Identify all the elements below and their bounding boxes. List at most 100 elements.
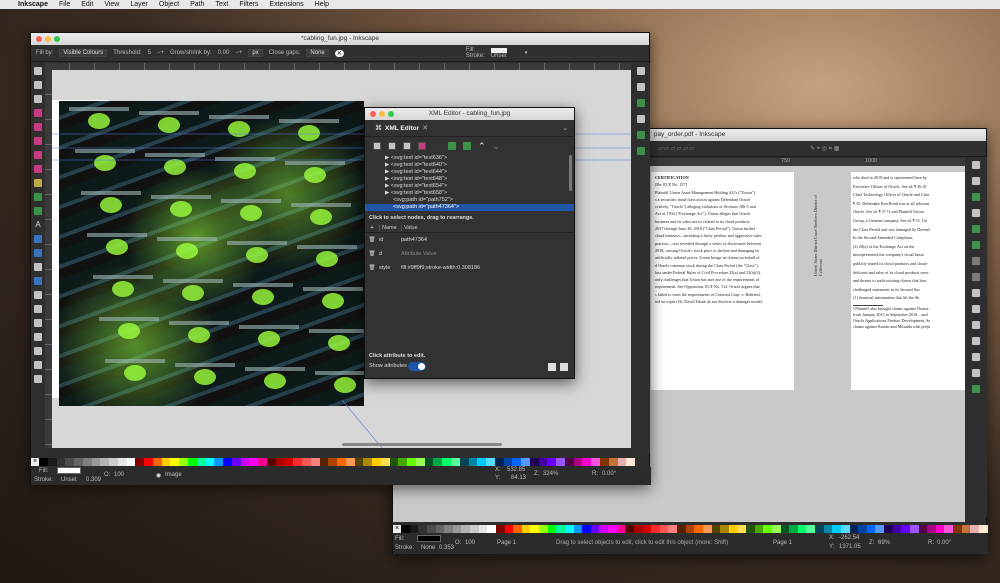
color-swatch[interactable]: [556, 525, 565, 533]
color-swatch[interactable]: [582, 525, 591, 533]
color-swatch[interactable]: [720, 525, 729, 533]
zoom-value[interactable]: 69%: [878, 540, 890, 546]
color-swatch[interactable]: [188, 458, 197, 466]
color-swatch[interactable]: [626, 458, 636, 466]
color-swatch[interactable]: [461, 525, 470, 533]
color-swatch[interactable]: [677, 525, 686, 533]
color-swatch[interactable]: [266, 458, 276, 466]
color-swatch[interactable]: [144, 458, 153, 466]
layer-selector[interactable]: Page 1: [497, 540, 516, 546]
color-swatch[interactable]: [763, 525, 772, 533]
open-icon[interactable]: [636, 83, 645, 91]
pencil-tool-icon[interactable]: [34, 179, 42, 187]
pen-tool-icon[interactable]: [34, 193, 42, 201]
color-swatch[interactable]: [797, 525, 807, 533]
color-swatch[interactable]: [573, 458, 583, 466]
color-swatch[interactable]: [901, 525, 910, 533]
color-swatch[interactable]: [573, 525, 583, 533]
color-swatch[interactable]: [319, 458, 329, 466]
color-swatch[interactable]: [513, 525, 522, 533]
attribute-row-d[interactable]: 🗑 d Attribute Value: [365, 247, 574, 261]
opacity-value[interactable]: 100: [114, 472, 124, 478]
color-swatch[interactable]: [135, 458, 145, 466]
color-swatch[interactable]: [728, 525, 738, 533]
opacity-value[interactable]: 100: [465, 540, 475, 546]
color-swatch[interactable]: [478, 525, 488, 533]
color-palette[interactable]: ×: [393, 525, 988, 533]
color-palette[interactable]: ×: [31, 458, 636, 466]
color-swatch[interactable]: [494, 458, 504, 466]
stroke-width-value[interactable]: 0.353: [439, 545, 454, 551]
attribute-value[interactable]: Attribute Value: [401, 251, 437, 257]
stroke-value[interactable]: Unset: [61, 477, 77, 483]
xml-editor-titlebar[interactable]: XML Editor - cabling_fun.jpg: [365, 108, 574, 120]
color-swatch[interactable]: [547, 458, 557, 466]
new-document-icon[interactable]: [972, 161, 980, 169]
mesh-tool-icon[interactable]: [34, 249, 42, 257]
close-gaps-select[interactable]: None: [306, 49, 329, 57]
star-tool-icon[interactable]: [34, 151, 42, 159]
layout-horizontal-icon[interactable]: [548, 363, 556, 371]
color-swatch[interactable]: [529, 458, 539, 466]
color-swatch[interactable]: [694, 525, 703, 533]
color-swatch[interactable]: [590, 525, 600, 533]
zoom-icon[interactable]: [34, 361, 42, 369]
no-paint-swatch[interactable]: ×: [31, 458, 39, 466]
color-swatch[interactable]: [426, 525, 436, 533]
zoom-window-icon[interactable]: [388, 111, 394, 117]
layer-eye-icon[interactable]: ◉: [156, 472, 161, 479]
color-swatch[interactable]: [450, 458, 460, 466]
lpe-tool-icon[interactable]: [34, 375, 42, 383]
color-swatch[interactable]: [685, 525, 695, 533]
color-swatch[interactable]: [275, 458, 285, 466]
toolbar-stroke-value[interactable]: Unset: [491, 53, 507, 59]
color-swatch[interactable]: [363, 458, 373, 466]
raise-node-icon[interactable]: ⌃: [478, 141, 486, 152]
fill-swatch[interactable]: [417, 535, 441, 542]
color-swatch[interactable]: [486, 458, 495, 466]
menu-view[interactable]: View: [104, 1, 119, 8]
ellipse-tool-icon[interactable]: [34, 137, 42, 145]
color-swatch[interactable]: [512, 458, 522, 466]
color-swatch[interactable]: [444, 525, 453, 533]
redo-icon[interactable]: [972, 273, 980, 281]
xml-node[interactable]: <svg:path id="path47364">: [365, 204, 574, 211]
zoom-value[interactable]: 324%: [543, 471, 558, 477]
delete-attribute-icon[interactable]: 🗑: [365, 265, 379, 271]
zoom-page-icon[interactable]: [972, 369, 980, 377]
threshold-stepper[interactable]: −+: [157, 50, 164, 56]
menu-file[interactable]: File: [59, 1, 70, 8]
color-swatch[interactable]: [504, 525, 514, 533]
add-attribute-icon[interactable]: +: [365, 225, 379, 231]
color-swatch[interactable]: [789, 525, 798, 533]
fill-swatch[interactable]: [57, 467, 81, 474]
cut-icon[interactable]: [972, 289, 980, 297]
color-swatch[interactable]: [470, 525, 479, 533]
color-swatch[interactable]: [433, 458, 443, 466]
horizontal-scrollbar[interactable]: [342, 443, 502, 446]
pdf-page-1[interactable]: CERTIFICATION [Re: ECF No. 157] Plaintif…: [651, 172, 794, 390]
delete-attribute-icon[interactable]: 🗑: [365, 251, 379, 257]
page-selector[interactable]: Page 1: [773, 540, 792, 546]
color-swatch[interactable]: [74, 458, 83, 466]
color-swatch[interactable]: [407, 458, 416, 466]
color-swatch[interactable]: [442, 458, 451, 466]
node-tree-scrollbar[interactable]: [569, 155, 572, 191]
color-swatch[interactable]: [944, 525, 953, 533]
menu-layer[interactable]: Layer: [130, 1, 148, 8]
color-swatch[interactable]: [380, 458, 390, 466]
color-swatch[interactable]: [354, 458, 364, 466]
menu-help[interactable]: Help: [315, 1, 329, 8]
color-swatch[interactable]: [487, 525, 496, 533]
color-swatch[interactable]: [214, 458, 224, 466]
new-document-icon[interactable]: [636, 67, 645, 75]
color-swatch[interactable]: [625, 525, 634, 533]
tab-menu-chevron-icon[interactable]: ⌄: [562, 124, 568, 132]
duplicate-icon[interactable]: [972, 385, 980, 393]
lower-node-icon[interactable]: ⌄: [493, 141, 501, 152]
save-icon[interactable]: [972, 193, 980, 201]
color-swatch[interactable]: [961, 525, 971, 533]
color-swatch[interactable]: [711, 525, 721, 533]
color-swatch[interactable]: [564, 525, 574, 533]
color-swatch[interactable]: [823, 525, 833, 533]
